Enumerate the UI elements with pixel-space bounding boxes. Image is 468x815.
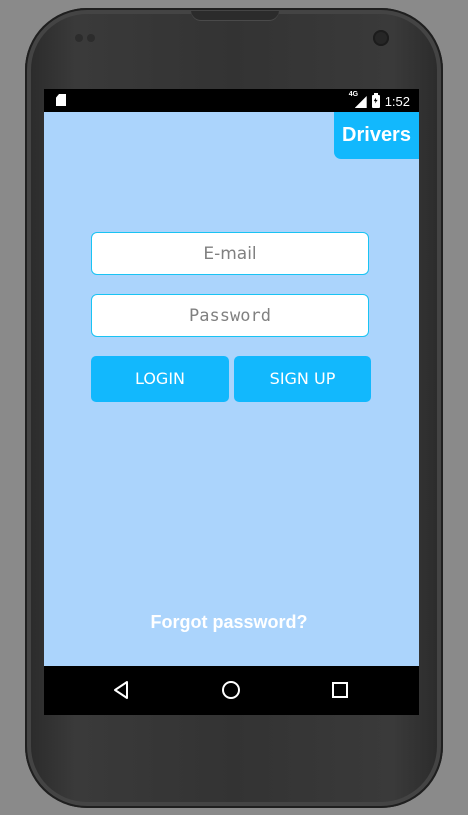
status-bar: 4G 1:52 xyxy=(44,89,419,112)
battery-charging-icon xyxy=(371,92,380,108)
navigation-bar xyxy=(44,666,419,715)
status-time: 1:52 xyxy=(384,93,410,109)
email-field[interactable] xyxy=(91,232,369,275)
home-icon[interactable] xyxy=(219,678,243,702)
recents-icon[interactable] xyxy=(328,678,352,702)
password-field[interactable] xyxy=(91,294,369,337)
proximity-sensor xyxy=(75,34,83,42)
light-sensor xyxy=(87,34,95,42)
speaker-grille xyxy=(191,11,279,21)
login-button[interactable]: LOGIN xyxy=(91,356,229,402)
back-icon[interactable] xyxy=(110,678,134,702)
login-screen: Drivers LOGIN SIGN UP Forgot password? xyxy=(44,112,419,666)
network-type-label: 4G xyxy=(348,91,359,98)
signal-indicator: 4G xyxy=(348,91,367,108)
front-camera xyxy=(373,30,389,46)
device-screen: 4G 1:52 Drivers LOGIN SIGN UP Forgot pas… xyxy=(44,89,419,715)
drivers-button[interactable]: Drivers xyxy=(334,112,419,159)
sd-card-icon xyxy=(56,94,66,106)
forgot-password-link[interactable]: Forgot password? xyxy=(44,612,414,633)
status-indicators: 4G 1:52 xyxy=(348,91,410,110)
signup-button[interactable]: SIGN UP xyxy=(234,356,371,402)
